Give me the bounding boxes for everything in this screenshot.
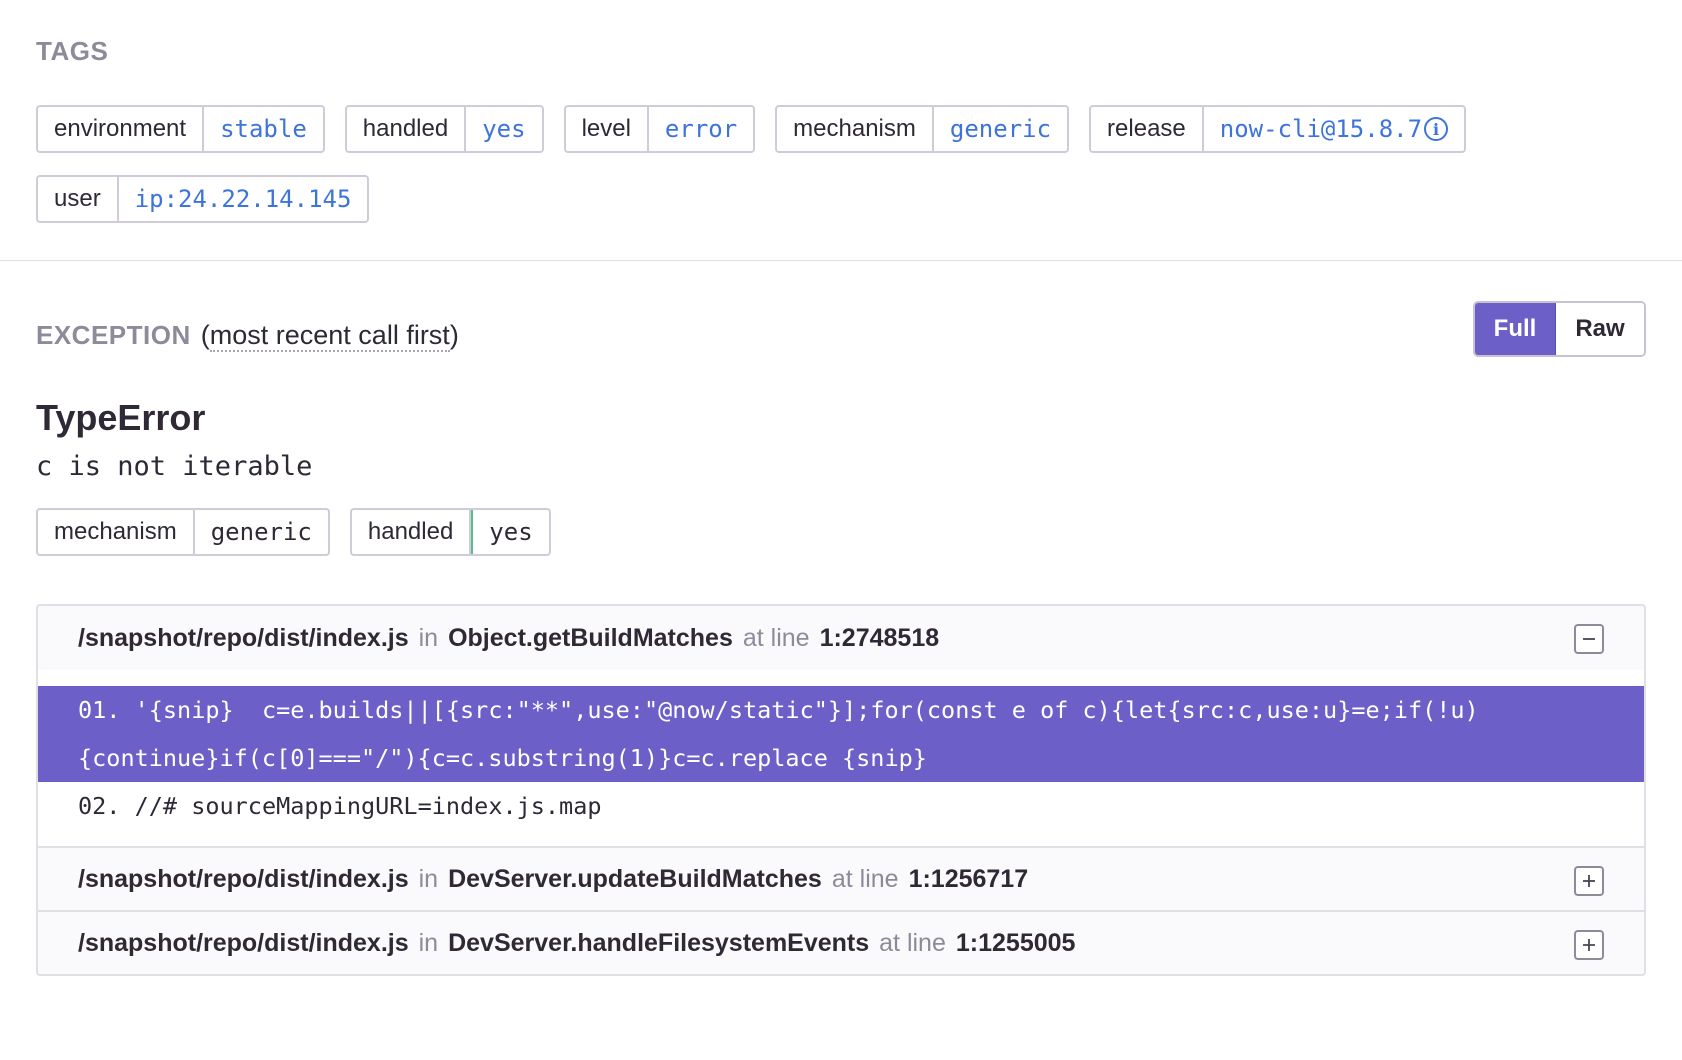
line-code: '{snip} c=e.builds||[{src:"**",use:"@now… [78, 696, 1479, 772]
tag-key: handled [347, 107, 467, 151]
frame-line: 1:2748518 [819, 623, 940, 652]
tags-title: TAGS [36, 36, 109, 66]
frame-line: 1:1255005 [955, 928, 1076, 957]
exception-subtitle: (most recent call first) [200, 319, 459, 352]
frame-function: DevServer.handleFilesystemEvents [448, 928, 870, 957]
paren-close: ) [449, 319, 459, 350]
frame-at-label: at line [831, 864, 899, 893]
mechanism-tag: mechanism generic [36, 508, 330, 556]
tag-key: mechanism [38, 510, 195, 554]
stack-order-tooltip[interactable]: most recent call first [209, 319, 450, 352]
frame-filename: /snapshot/repo/dist/index.js [78, 928, 409, 957]
plus-icon[interactable] [1574, 930, 1604, 960]
tags-section: TAGS environment stable handled yes leve… [0, 0, 1682, 261]
exception-type: TypeError [36, 397, 206, 438]
minus-icon[interactable] [1574, 624, 1604, 654]
tag-handled[interactable]: handled yes [344, 105, 544, 153]
tag-value[interactable]: ip:24.22.14.145 [119, 177, 368, 221]
code-line-active: 01. '{snip} c=e.builds||[{src:"**",use:"… [38, 686, 1644, 782]
frame-header[interactable]: /snapshot/repo/dist/index.js in DevServe… [38, 846, 1644, 910]
line-number: 02. [78, 792, 121, 820]
line-number: 01. [78, 696, 121, 724]
frame-at-label: at line [742, 623, 810, 652]
exception-header: EXCEPTION (most recent call first) [36, 311, 1646, 359]
tag-list: environment stable handled yes level err… [36, 105, 1556, 223]
frame-context: 01. '{snip} c=e.builds||[{src:"**",use:"… [38, 670, 1644, 846]
exception-section: EXCEPTION (most recent call first) Full … [0, 261, 1682, 976]
tag-value[interactable]: yes [466, 107, 541, 151]
raw-button[interactable]: Raw [1556, 303, 1644, 355]
frame-function: Object.getBuildMatches [448, 623, 733, 652]
frame-header[interactable]: /snapshot/repo/dist/index.js in DevServe… [38, 910, 1644, 974]
tag-value[interactable]: generic [934, 107, 1067, 151]
mechanism-tags: mechanism generic handled yes [36, 508, 1646, 556]
tag-user[interactable]: user ip:24.22.14.145 [36, 175, 370, 223]
tag-key: level [566, 107, 649, 151]
line-code: //# sourceMappingURL=index.js.map [134, 792, 602, 820]
tag-environment[interactable]: environment stable [36, 105, 325, 153]
tag-value[interactable]: error [649, 107, 753, 151]
tag-key: handled [352, 510, 472, 554]
tag-key: mechanism [777, 107, 934, 151]
handled-tag: handled yes [349, 508, 551, 556]
info-icon[interactable]: i [1424, 117, 1449, 141]
exception-title: EXCEPTION [36, 319, 191, 350]
tag-release[interactable]: release now-cli@15.8.7 i [1089, 105, 1467, 153]
tag-value[interactable]: now-cli@15.8.7 [1220, 115, 1422, 143]
tag-key: user [38, 177, 119, 221]
plus-icon[interactable] [1574, 866, 1604, 896]
tag-mechanism[interactable]: mechanism generic [775, 105, 1070, 153]
frame-in-label: in [418, 623, 439, 652]
full-button[interactable]: Full [1475, 303, 1556, 355]
frame-in-label: in [418, 864, 439, 893]
exception-value: c is not iterable [36, 451, 313, 482]
tag-level[interactable]: level error [563, 105, 756, 153]
frame-at-label: at line [879, 928, 946, 957]
paren-open: ( [200, 319, 210, 350]
code-line: 02. //# sourceMappingURL=index.js.map [38, 782, 1644, 830]
tag-value[interactable]: stable [204, 107, 323, 151]
frame-line: 1:1256717 [908, 864, 1029, 893]
frame-filename: /snapshot/repo/dist/index.js [78, 623, 409, 652]
tag-value: yes [471, 510, 549, 554]
tag-key: release [1091, 107, 1204, 151]
tag-key: environment [38, 107, 205, 151]
stacktrace-view-toggle: Full Raw [1473, 301, 1646, 357]
tag-value-wrap[interactable]: now-cli@15.8.7 i [1204, 107, 1464, 151]
frame-header[interactable]: /snapshot/repo/dist/index.js in Object.g… [38, 606, 1644, 670]
tag-value: generic [210, 518, 312, 546]
frame-function: DevServer.updateBuildMatches [448, 864, 822, 893]
frame-in-label: in [418, 928, 439, 957]
frame-filename: /snapshot/repo/dist/index.js [78, 864, 409, 893]
stacktrace-frames: /snapshot/repo/dist/index.js in Object.g… [36, 604, 1646, 976]
